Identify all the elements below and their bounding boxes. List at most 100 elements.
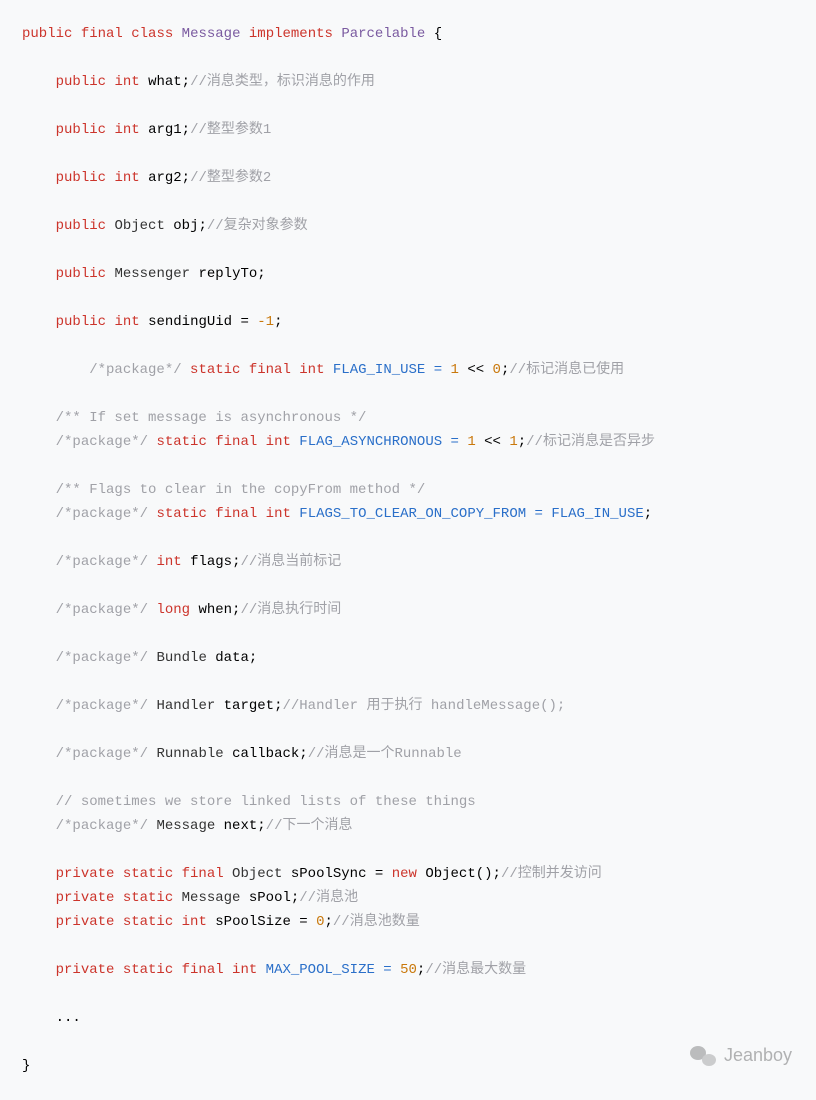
semi: ; — [644, 506, 652, 522]
pkg-comment: /*package*/ — [56, 602, 148, 618]
kw-final: final — [81, 26, 123, 42]
line-comment: // sometimes we store linked lists of th… — [56, 794, 476, 810]
comment: //整型参数1 — [190, 122, 271, 138]
field-target: target; — [224, 698, 283, 714]
field-when: when; — [198, 602, 240, 618]
type-object: Object — [114, 218, 164, 234]
mod: private static — [56, 914, 174, 930]
num: 1 — [467, 434, 475, 450]
classname: Message — [182, 26, 241, 42]
type-object: Object — [232, 866, 282, 882]
ctor-object: Object(); — [425, 866, 501, 882]
field-spool: sPool; — [249, 890, 299, 906]
type-bundle: Bundle — [156, 650, 206, 666]
type-int: int — [266, 434, 291, 450]
type-message: Message — [156, 818, 215, 834]
op-shift: << — [476, 434, 510, 450]
num: 0 — [316, 914, 324, 930]
wechat-icon — [690, 1044, 716, 1066]
comment: //标记消息已使用 — [509, 362, 624, 378]
kw-new: new — [392, 866, 417, 882]
type-int: int — [266, 506, 291, 522]
kw-public: public — [22, 26, 72, 42]
mod: private static — [56, 890, 174, 906]
pkg-comment: /*package*/ — [56, 554, 148, 570]
comment: //消息当前标记 — [240, 554, 341, 570]
brace-open: { — [434, 26, 442, 42]
num: 0 — [493, 362, 501, 378]
field-what: what; — [148, 74, 190, 90]
comment: //消息池数量 — [333, 914, 420, 930]
comment: //Handler 用于执行 handleMessage(); — [282, 698, 565, 714]
type-runnable: Runnable — [156, 746, 223, 762]
type-int: int — [114, 122, 139, 138]
field-next: next; — [224, 818, 266, 834]
doc-comment: /** Flags to clear in the copyFrom metho… — [56, 482, 426, 498]
comment: //消息池 — [299, 890, 358, 906]
num: -1 — [257, 314, 274, 330]
const-flagclear: FLAGS_TO_CLEAR_ON_COPY_FROM = — [299, 506, 551, 522]
mod: static final — [156, 506, 257, 522]
num: 1 — [451, 362, 459, 378]
pkg-comment: /*package*/ — [56, 650, 148, 666]
kw-implements: implements — [249, 26, 333, 42]
mod: public — [56, 74, 106, 90]
pkg-comment: /*package*/ — [89, 362, 181, 378]
mod: public — [56, 266, 106, 282]
num: 1 — [509, 434, 517, 450]
mod: static final — [156, 434, 257, 450]
code-block: public final class Message implements Pa… — [0, 0, 816, 1100]
semi: ; — [518, 434, 526, 450]
pkg-comment: /*package*/ — [56, 434, 148, 450]
mod: public — [56, 218, 106, 234]
comment: //整型参数2 — [190, 170, 271, 186]
type-handler: Handler — [156, 698, 215, 714]
const-flagasync: FLAG_ASYNCHRONOUS = — [299, 434, 467, 450]
comment: //消息类型，标识消息的作用 — [190, 74, 375, 90]
type-long: long — [156, 602, 190, 618]
mod: private static final — [56, 866, 224, 882]
const-maxpool: MAX_POOL_SIZE = — [266, 962, 400, 978]
mod: private static final — [56, 962, 224, 978]
field-spoolsize: sPoolSize = — [215, 914, 316, 930]
type-int: int — [114, 74, 139, 90]
ellipsis: ... — [56, 1010, 81, 1026]
num: 50 — [400, 962, 417, 978]
field-spoolsync: sPoolSync = — [291, 866, 392, 882]
op-shift: << — [459, 362, 493, 378]
brace-close: } — [22, 1058, 30, 1074]
comment: //标记消息是否异步 — [526, 434, 655, 450]
mod: static final — [190, 362, 291, 378]
iface-parcelable: Parcelable — [341, 26, 425, 42]
type-int: int — [114, 314, 139, 330]
semi: ; — [325, 914, 333, 930]
type-int: int — [182, 914, 207, 930]
doc-comment: /** If set message is asynchronous */ — [56, 410, 367, 426]
comment: //消息是一个Runnable — [308, 746, 462, 762]
const-flaginuse: FLAG_IN_USE = — [333, 362, 451, 378]
watermark-text: Jeanboy — [724, 1043, 792, 1067]
type-message: Message — [182, 890, 241, 906]
type-int: int — [114, 170, 139, 186]
field-arg2: arg2; — [148, 170, 190, 186]
pkg-comment: /*package*/ — [56, 746, 148, 762]
mod: public — [56, 122, 106, 138]
comment: //复杂对象参数 — [207, 218, 308, 234]
mod: public — [56, 314, 106, 330]
field-arg1: arg1; — [148, 122, 190, 138]
comment: //消息执行时间 — [240, 602, 341, 618]
watermark: Jeanboy — [690, 1043, 792, 1067]
pkg-comment: /*package*/ — [56, 506, 148, 522]
field-sendinguid: sendingUid = — [148, 314, 257, 330]
type-int: int — [299, 362, 324, 378]
mod: public — [56, 170, 106, 186]
comment: //消息最大数量 — [425, 962, 526, 978]
val-flaginuse: FLAG_IN_USE — [551, 506, 643, 522]
pkg-comment: /*package*/ — [56, 698, 148, 714]
type-int: int — [232, 962, 257, 978]
type-int: int — [156, 554, 181, 570]
field-flags: flags; — [190, 554, 240, 570]
kw-class: class — [131, 26, 173, 42]
field-data: data; — [215, 650, 257, 666]
comment: //控制并发访问 — [501, 866, 602, 882]
